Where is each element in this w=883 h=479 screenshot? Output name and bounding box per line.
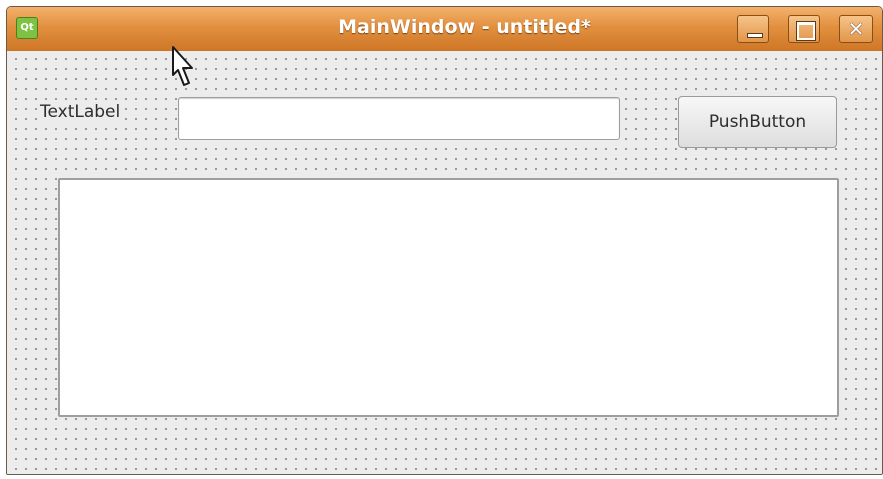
text-label[interactable]: TextLabel [38,102,123,122]
qt-logo-icon[interactable]: Qt [16,17,38,39]
text-edit[interactable] [58,178,839,417]
push-button[interactable]: PushButton [678,96,837,148]
close-icon: ✕ [847,17,865,41]
line-edit[interactable] [178,97,620,140]
form-canvas[interactable]: TextLabel PushButton [7,51,882,474]
maximize-button[interactable] [788,15,820,43]
close-button[interactable]: ✕ [839,15,873,43]
maximize-icon [796,21,816,41]
mouse-pointer-icon [172,46,193,86]
main-window: Qt MainWindow - untitled* ✕ TextLabel Pu… [6,6,883,475]
title-bar[interactable]: Qt MainWindow - untitled* ✕ [7,7,882,52]
minimize-button[interactable] [737,15,769,43]
minimize-icon [747,33,763,38]
